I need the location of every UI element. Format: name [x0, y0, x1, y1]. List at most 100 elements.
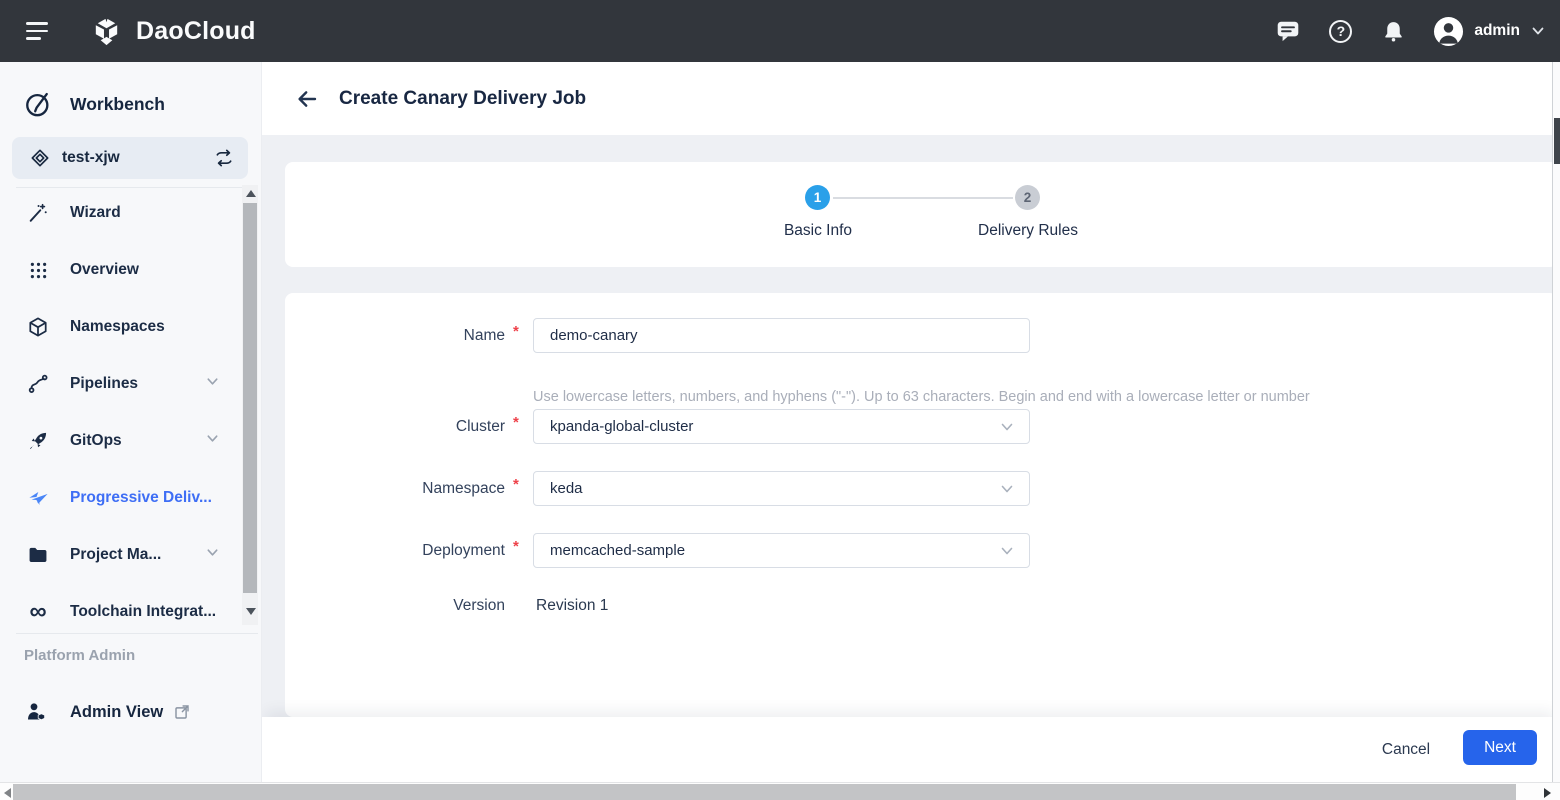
deployment-label: Deployment [285, 533, 505, 568]
namespace-label: Namespace [285, 471, 505, 506]
pipelines-icon [26, 372, 50, 396]
form-card: Name * Use lowercase letters, numbers, a… [285, 293, 1552, 717]
vertical-scrollbar-thumb[interactable] [1554, 118, 1560, 164]
toolchain-infinity-icon: ∞ [26, 600, 50, 624]
deployment-select[interactable]: memcached-sample [533, 533, 1030, 568]
sidebar-item-wizard[interactable]: Wizard [0, 195, 242, 231]
chat-icon[interactable] [1274, 18, 1301, 45]
sidebar-item-label: Progressive Deliv... [70, 489, 212, 507]
cluster-select[interactable]: kpanda-global-cluster [533, 409, 1030, 444]
form-row-deployment: Deployment * memcached-sample [285, 533, 1552, 568]
sidebar-item-label: Namespaces [70, 318, 165, 336]
sidebar-item-progressive-delivery[interactable]: Progressive Deliv... [0, 480, 242, 516]
overview-icon [26, 258, 50, 282]
brand-logo[interactable]: DaoCloud [90, 0, 256, 62]
required-mark: * [513, 476, 519, 493]
step-2-indicator: 2 [1015, 185, 1040, 210]
page-header: Create Canary Delivery Job [262, 62, 1552, 135]
required-mark: * [513, 323, 519, 340]
module-title: Workbench [70, 94, 165, 115]
chevron-down-icon [999, 543, 1015, 559]
daocloud-logo-icon [90, 15, 123, 48]
chevron-down-icon [999, 419, 1015, 435]
horizontal-scrollbar[interactable] [0, 782, 1560, 800]
required-mark: * [513, 538, 519, 555]
brand-name: DaoCloud [136, 17, 256, 46]
main-content: Create Canary Delivery Job 1 2 Basic Inf… [262, 62, 1552, 782]
topbar-actions: ? admin [1274, 0, 1546, 62]
sidebar-item-namespaces[interactable]: Namespaces [0, 309, 242, 345]
avatar-icon [1433, 16, 1464, 47]
step-1-label: Basic Info [718, 222, 918, 240]
bell-icon[interactable] [1380, 18, 1407, 45]
deployment-selected-value: memcached-sample [550, 542, 685, 559]
admin-view-icon [24, 700, 49, 725]
sidebar-module-header[interactable]: Workbench [24, 90, 165, 118]
help-icon[interactable]: ? [1327, 18, 1354, 45]
sidebar-item-label: GitOps [70, 432, 122, 450]
sidebar: Workbench test-xjw [0, 62, 262, 782]
form-row-namespace: Namespace * keda [285, 471, 1552, 506]
sidebar-scroll-up-arrow[interactable] [246, 190, 256, 197]
sidebar-scroll-down-arrow[interactable] [246, 608, 256, 615]
version-value: Revision 1 [536, 596, 608, 616]
required-mark: * [513, 414, 519, 431]
workspace-icon [30, 148, 50, 168]
chevron-down-icon [205, 545, 220, 565]
namespace-select[interactable]: keda [533, 471, 1030, 506]
progressive-delivery-icon [26, 486, 50, 510]
namespaces-icon [26, 315, 50, 339]
namespace-selected-value: keda [550, 480, 583, 497]
scroll-right-arrow[interactable] [1544, 788, 1551, 798]
workspace-name: test-xjw [62, 149, 214, 167]
username: admin [1474, 22, 1520, 40]
step-1-indicator: 1 [805, 185, 830, 210]
step-2-label: Delivery Rules [928, 222, 1128, 240]
vertical-scrollbar[interactable] [1552, 62, 1560, 782]
cluster-selected-value: kpanda-global-cluster [550, 418, 693, 435]
sidebar-item-toolchain-integration[interactable]: ∞ Toolchain Integrat... [0, 594, 242, 630]
cluster-label: Cluster [285, 409, 505, 444]
form-row-version: Version Revision 1 [285, 596, 1552, 616]
sidebar-item-label: Pipelines [70, 375, 138, 393]
cancel-button[interactable]: Cancel [1358, 741, 1454, 759]
hamburger-menu-icon[interactable] [26, 22, 48, 40]
help-glyph: ? [1337, 23, 1346, 39]
wizard-icon [26, 201, 50, 225]
sidebar-item-pipelines[interactable]: Pipelines [0, 366, 242, 402]
project-folder-icon [26, 543, 50, 567]
sidebar-item-gitops[interactable]: GitOps [0, 423, 242, 459]
switch-workspace-icon[interactable] [214, 148, 234, 168]
chevron-down-icon [205, 431, 220, 451]
next-button[interactable]: Next [1463, 730, 1537, 765]
version-label: Version [285, 596, 505, 616]
sidebar-divider [16, 633, 258, 634]
form-row-cluster: Cluster * kpanda-global-cluster [285, 409, 1552, 444]
sidebar-divider [16, 187, 243, 188]
back-arrow-icon[interactable] [294, 86, 320, 112]
sidebar-item-label: Wizard [70, 204, 121, 222]
sidebar-item-admin-view[interactable]: Admin View [0, 694, 242, 730]
name-input[interactable] [534, 319, 1029, 352]
admin-view-label: Admin View [70, 703, 163, 722]
page-title: Create Canary Delivery Job [339, 88, 586, 110]
workspace-selector[interactable]: test-xjw [12, 137, 248, 179]
chevron-down-icon [1530, 23, 1546, 39]
stepper-card: 1 2 Basic Info Delivery Rules [285, 162, 1552, 267]
app-window: DaoCloud ? [0, 0, 1560, 800]
scroll-left-arrow[interactable] [4, 788, 11, 798]
external-link-icon [173, 703, 191, 721]
sidebar-item-label: Toolchain Integrat... [70, 603, 216, 621]
sidebar-scrollbar-thumb[interactable] [243, 203, 257, 593]
user-menu[interactable]: admin [1433, 16, 1546, 47]
sidebar-item-label: Project Ma... [70, 546, 161, 564]
sidebar-item-project-management[interactable]: Project Ma... [0, 537, 242, 573]
workbench-icon [24, 90, 52, 118]
horizontal-scrollbar-thumb[interactable] [13, 784, 1516, 800]
chevron-down-icon [999, 481, 1015, 497]
gitops-icon [26, 429, 50, 453]
name-label: Name [285, 318, 505, 353]
form-row-name: Name * Use lowercase letters, numbers, a… [285, 318, 1552, 353]
sidebar-item-overview[interactable]: Overview [0, 252, 242, 288]
form-footer: Cancel Next [262, 717, 1552, 782]
